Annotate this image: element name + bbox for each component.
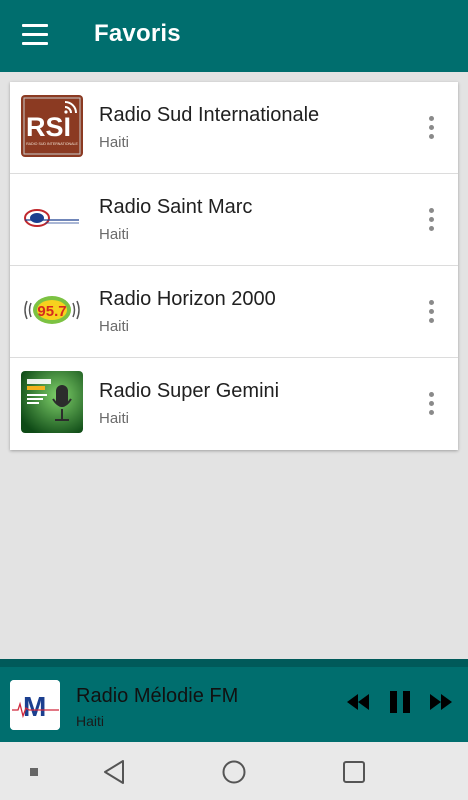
station-row[interactable]: Radio Saint Marc Haiti [10, 174, 458, 266]
station-country: Haiti [99, 410, 130, 427]
pause-icon[interactable] [389, 690, 411, 714]
station-country: Haiti [99, 318, 130, 335]
station-row[interactable]: RSI RADIO SUD INTERNATIONALE Radio Sud I… [10, 82, 458, 174]
player-station-country: Haiti [76, 713, 105, 729]
logo-text: RSI [26, 112, 71, 142]
logo-text: 95.7 [37, 303, 66, 320]
rewind-icon[interactable] [346, 693, 370, 711]
station-logo [21, 187, 83, 249]
back-icon[interactable] [102, 759, 126, 785]
fast-forward-icon[interactable] [429, 693, 453, 711]
recent-dot-icon[interactable] [30, 768, 38, 776]
page-title: Favoris [94, 20, 181, 47]
more-options-icon[interactable] [426, 208, 436, 232]
station-name: Radio Horizon 2000 [99, 288, 276, 310]
app-bar: Favoris [0, 0, 468, 72]
station-country: Haiti [99, 134, 130, 151]
overview-icon[interactable] [342, 760, 366, 784]
station-name: Radio Super Gemini [99, 380, 280, 402]
player-progress-strip [0, 659, 468, 667]
station-country: Haiti [99, 226, 130, 243]
system-navigation-bar [0, 742, 468, 800]
mini-player[interactable]: M Radio Mélodie FM Haiti [0, 659, 468, 742]
more-options-icon[interactable] [426, 392, 436, 416]
station-row[interactable]: 95.7 Radio Horizon 2000 Haiti [10, 266, 458, 358]
player-station-logo: M [10, 680, 60, 730]
hamburger-menu-icon[interactable] [22, 22, 50, 48]
station-row[interactable]: Radio Super Gemini Haiti [10, 358, 458, 450]
station-name: Radio Saint Marc [99, 196, 253, 218]
more-options-icon[interactable] [426, 116, 436, 140]
logo-small-text: RADIO SUD INTERNATIONALE [26, 142, 78, 146]
home-icon[interactable] [221, 759, 247, 785]
station-logo: 95.7 [21, 279, 83, 341]
station-logo [21, 371, 83, 433]
favorites-list: RSI RADIO SUD INTERNATIONALE Radio Sud I… [10, 82, 458, 450]
more-options-icon[interactable] [426, 300, 436, 324]
player-logo-text: M [23, 691, 46, 722]
player-station-name: Radio Mélodie FM [76, 685, 239, 707]
station-name: Radio Sud Internationale [99, 104, 320, 126]
station-logo: RSI RADIO SUD INTERNATIONALE [21, 95, 83, 157]
